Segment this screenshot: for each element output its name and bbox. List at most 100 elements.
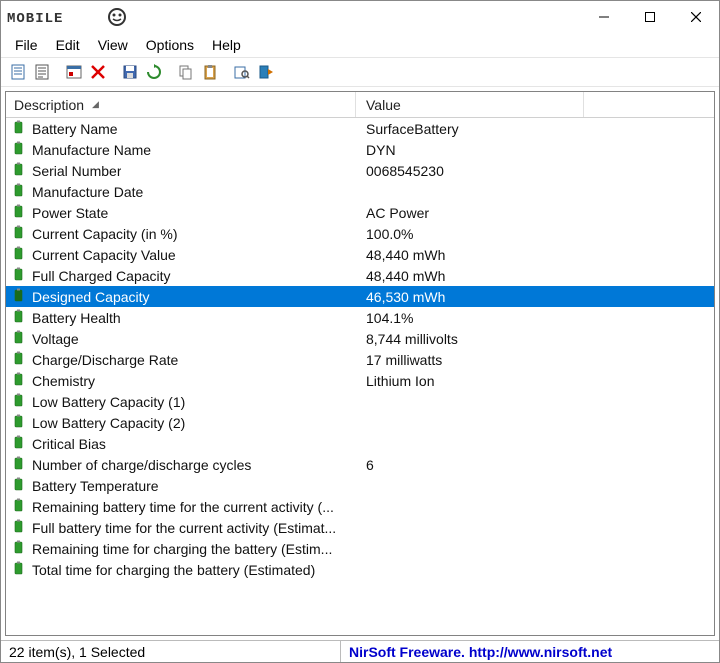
table-row[interactable]: Low Battery Capacity (2): [6, 412, 714, 433]
cell-description: Full battery time for the current activi…: [6, 519, 356, 536]
column-description[interactable]: Description ◢: [6, 92, 356, 117]
cell-description-label: Low Battery Capacity (1): [32, 394, 185, 410]
statusbar: 22 item(s), 1 Selected NirSoft Freeware.…: [1, 640, 719, 662]
cell-description-label: Remaining battery time for the current a…: [32, 499, 334, 515]
cell-description-label: Manufacture Name: [32, 142, 151, 158]
table-row[interactable]: Voltage8,744 millivolts: [6, 328, 714, 349]
options-icon[interactable]: [63, 61, 85, 83]
battery-icon: [12, 162, 26, 179]
app-window: MOBILE File Edit View Options Help: [0, 0, 720, 663]
minimize-button[interactable]: [581, 1, 627, 33]
menu-view[interactable]: View: [90, 35, 136, 55]
cell-description-label: Designed Capacity: [32, 289, 150, 305]
table-row[interactable]: Low Battery Capacity (1): [6, 391, 714, 412]
table-row[interactable]: Chemistry Lithium Ion: [6, 370, 714, 391]
cell-description-label: Battery Name: [32, 121, 118, 137]
table-row[interactable]: Charge/Discharge Rate17 milliwatts: [6, 349, 714, 370]
battery-icon: [12, 435, 26, 452]
cell-value: 48,440 mWh: [356, 247, 714, 263]
cell-description: Chemistry: [6, 372, 356, 389]
clipboard-icon[interactable]: [199, 61, 221, 83]
cell-description: Full Charged Capacity: [6, 267, 356, 284]
cell-description: Battery Name: [6, 120, 356, 137]
copy-icon[interactable]: [175, 61, 197, 83]
cell-value: 48,440 mWh: [356, 268, 714, 284]
cell-description-label: Chemistry: [32, 373, 95, 389]
titlebar: MOBILE: [1, 1, 719, 33]
cell-description-label: Current Capacity (in %): [32, 226, 178, 242]
cell-description-label: Full Charged Capacity: [32, 268, 171, 284]
battery-icon: [12, 477, 26, 494]
cell-description-label: Critical Bias: [32, 436, 106, 452]
cell-value: DYN: [356, 142, 714, 158]
battery-icon: [12, 456, 26, 473]
menu-edit[interactable]: Edit: [48, 35, 88, 55]
cell-value: Lithium Ion: [356, 373, 714, 389]
menu-help[interactable]: Help: [204, 35, 249, 55]
content-area: Description ◢ Value Battery Name SurfaceB…: [1, 87, 719, 640]
cell-value: SurfaceBattery: [356, 121, 714, 137]
cell-description: Battery Temperature: [6, 477, 356, 494]
refresh-icon[interactable]: [143, 61, 165, 83]
table-row[interactable]: Designed Capacity46,530 mWh: [6, 286, 714, 307]
table-row[interactable]: Remaining battery time for the current a…: [6, 496, 714, 517]
table-row[interactable]: Battery Name SurfaceBattery: [6, 118, 714, 139]
table-row[interactable]: Remaining time for charging the battery …: [6, 538, 714, 559]
table-row[interactable]: Manufacture Date: [6, 181, 714, 202]
table-row[interactable]: Power StateAC Power: [6, 202, 714, 223]
table-row[interactable]: Manufacture Name DYN: [6, 139, 714, 160]
save-icon[interactable]: [119, 61, 141, 83]
cell-description-label: Total time for charging the battery (Est…: [32, 562, 315, 578]
find-icon[interactable]: [231, 61, 253, 83]
close-button[interactable]: [673, 1, 719, 33]
maximize-button[interactable]: [627, 1, 673, 33]
cell-description: Remaining time for charging the battery …: [6, 540, 356, 557]
cell-value: 100.0%: [356, 226, 714, 242]
cell-description-label: Battery Temperature: [32, 478, 159, 494]
cell-description: Remaining battery time for the current a…: [6, 498, 356, 515]
cell-description: Manufacture Date: [6, 183, 356, 200]
battery-icon: [12, 267, 26, 284]
table-row[interactable]: Total time for charging the battery (Est…: [6, 559, 714, 580]
properties-icon[interactable]: [7, 61, 29, 83]
battery-icon: [12, 309, 26, 326]
column-headers: Description ◢ Value: [6, 92, 714, 118]
status-branding: NirSoft Freeware. http://www.nirsoft.net: [341, 641, 719, 662]
report-icon[interactable]: [31, 61, 53, 83]
exit-icon[interactable]: [255, 61, 277, 83]
cell-description-label: Remaining time for charging the battery …: [32, 541, 332, 557]
cell-description: Total time for charging the battery (Est…: [6, 561, 356, 578]
cell-value: 8,744 millivolts: [356, 331, 714, 347]
table-row[interactable]: Full battery time for the current activi…: [6, 517, 714, 538]
cell-value: 0068545230: [356, 163, 714, 179]
table-row[interactable]: Full Charged Capacity 48,440 mWh: [6, 265, 714, 286]
delete-icon[interactable]: [87, 61, 109, 83]
cell-description: Current Capacity Value: [6, 246, 356, 263]
table-row[interactable]: Current Capacity (in %) 100.0%: [6, 223, 714, 244]
battery-icon: [12, 183, 26, 200]
table-row[interactable]: Serial Number0068545230: [6, 160, 714, 181]
table-row[interactable]: Battery Health104.1%: [6, 307, 714, 328]
table-row[interactable]: Battery Temperature: [6, 475, 714, 496]
battery-icon: [12, 561, 26, 578]
cell-description-label: Manufacture Date: [32, 184, 143, 200]
table-row[interactable]: Current Capacity Value48,440 mWh: [6, 244, 714, 265]
battery-icon: [12, 246, 26, 263]
nirsoft-link[interactable]: NirSoft Freeware. http://www.nirsoft.net: [349, 644, 612, 660]
column-value-label: Value: [366, 97, 401, 113]
column-description-label: Description: [14, 97, 84, 113]
cell-description-label: Power State: [32, 205, 108, 221]
cell-description-label: Number of charge/discharge cycles: [32, 457, 251, 473]
cell-value: 17 milliwatts: [356, 352, 714, 368]
cell-description: Power State: [6, 204, 356, 221]
battery-icon: [12, 288, 26, 305]
cell-description-label: Battery Health: [32, 310, 121, 326]
table-row[interactable]: Number of charge/discharge cycles6: [6, 454, 714, 475]
cell-description: Critical Bias: [6, 435, 356, 452]
battery-icon: [12, 372, 26, 389]
battery-icon: [12, 330, 26, 347]
column-value[interactable]: Value: [356, 92, 584, 117]
table-row[interactable]: Critical Bias: [6, 433, 714, 454]
menu-file[interactable]: File: [7, 35, 46, 55]
menu-options[interactable]: Options: [138, 35, 202, 55]
